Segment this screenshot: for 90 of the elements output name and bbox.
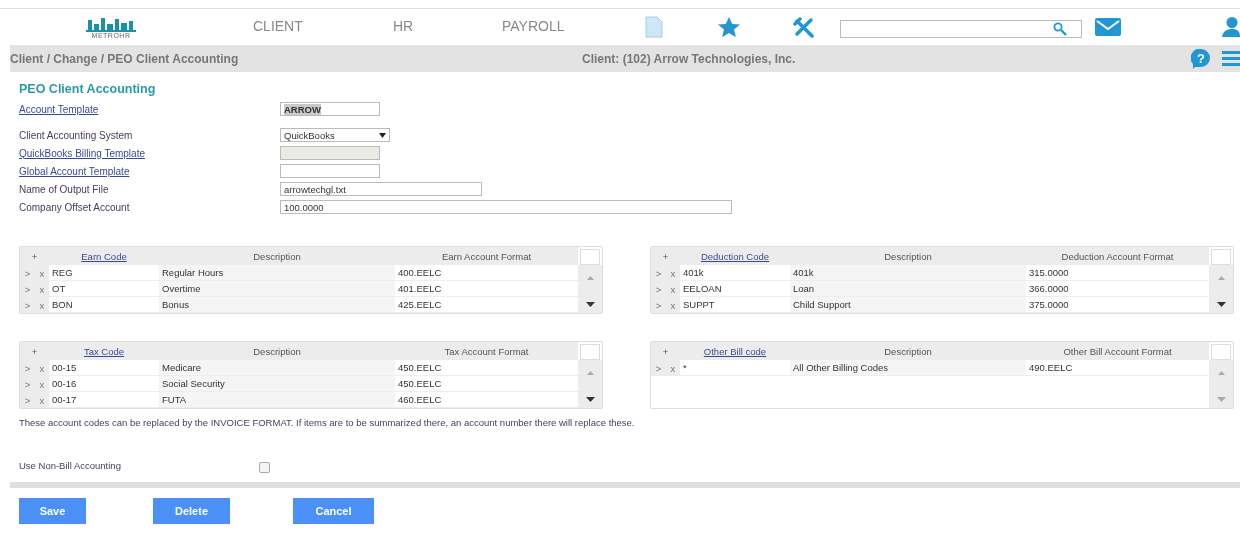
table-cell: Bonus <box>159 297 395 313</box>
action-button[interactable]: Save <box>19 498 86 524</box>
menu-icon[interactable] <box>1222 50 1240 67</box>
expand-row-button[interactable]: > <box>24 267 31 279</box>
star-icon[interactable] <box>718 17 740 38</box>
input-field[interactable]: ARROW <box>280 102 380 116</box>
expand-row-button[interactable]: > <box>655 267 662 279</box>
document-icon[interactable] <box>645 16 663 38</box>
field-label-link[interactable]: Global Account Template <box>19 165 280 177</box>
expand-row-button[interactable]: > <box>24 394 31 406</box>
table-cell: Loan <box>790 281 1026 297</box>
delete-row-button[interactable]: x <box>39 299 45 311</box>
delete-row-button[interactable]: x <box>670 267 676 279</box>
table-cell: Child Support <box>790 297 1026 313</box>
search-field[interactable] <box>840 20 1082 38</box>
breadcrumb: Client / Change / PEO Client Accounting <box>10 51 240 66</box>
column-header: Description <box>159 247 395 265</box>
input-field[interactable]: 100.0000 <box>280 200 732 214</box>
checkbox[interactable] <box>259 461 270 473</box>
scrollbar[interactable] <box>1209 265 1233 313</box>
field-label: Name of Output File <box>19 183 110 195</box>
table-cell: All Other Billing Codes <box>790 360 1026 376</box>
column-header: Earn Account Format <box>395 247 578 265</box>
table-cell: Regular Hours <box>159 265 395 281</box>
scroll-down-icon[interactable] <box>585 397 595 402</box>
delete-row-button[interactable]: x <box>670 362 676 374</box>
scrollbar-header <box>580 344 600 360</box>
delete-row-button[interactable]: x <box>39 362 45 374</box>
input-field[interactable]: arrowtechgl.txt <box>280 182 482 196</box>
field-label: Company Offset Account <box>19 201 131 213</box>
action-button[interactable]: Cancel <box>293 498 374 524</box>
scroll-up-icon[interactable] <box>1217 371 1225 375</box>
nav-link[interactable]: PAYROLL <box>502 18 565 34</box>
expand-row-button[interactable]: > <box>24 299 31 311</box>
delete-row-button[interactable]: x <box>39 267 45 279</box>
column-header: Other Bill Account Format <box>1026 342 1209 360</box>
info-note: These account codes can be replaced by the INVOICE FORMAT. If items are to be summarized there, an account number there will replace these. <box>18 416 636 428</box>
tools-icon[interactable] <box>793 17 815 38</box>
scrollbar[interactable] <box>578 360 602 408</box>
field-label-link[interactable]: Account Template <box>19 103 280 115</box>
scroll-up-icon[interactable] <box>586 276 594 280</box>
table-cell: Social Security <box>159 376 395 392</box>
action-button[interactable]: Delete <box>153 498 230 524</box>
section-title: PEO Client Accounting <box>19 82 157 96</box>
delete-row-button[interactable]: x <box>39 394 45 406</box>
expand-row-button[interactable]: > <box>24 283 31 295</box>
nav-link[interactable]: HR <box>393 18 414 34</box>
scroll-down-icon[interactable] <box>1216 302 1226 307</box>
client-name: Client: (102) Arrow Technologies, Inc. <box>582 51 797 66</box>
checkbox-label: Use Non-Bill Accounting <box>19 459 122 471</box>
caret-icon <box>379 132 386 138</box>
scroll-up-icon[interactable] <box>586 371 594 375</box>
scrollbar[interactable] <box>578 265 602 313</box>
add-row-button[interactable]: + <box>20 342 49 360</box>
nav-link[interactable]: CLIENT <box>253 18 303 34</box>
column-header: Description <box>790 342 1026 360</box>
table-cell: 401k <box>790 265 1026 281</box>
user-icon[interactable] <box>1222 17 1240 37</box>
logo-icon <box>86 15 136 32</box>
scrollbar-header <box>1211 249 1231 265</box>
column-header: Description <box>790 247 1026 265</box>
expand-row-button[interactable]: > <box>24 378 31 390</box>
table-cell: Overtime <box>159 281 395 297</box>
delete-row-button[interactable]: x <box>39 378 45 390</box>
scroll-down-icon[interactable] <box>585 302 595 307</box>
column-header: Description <box>159 342 395 360</box>
column-header: Deduction Account Format <box>1026 247 1209 265</box>
scrollbar-header <box>580 249 600 265</box>
add-row-button[interactable]: + <box>651 247 680 265</box>
help-icon[interactable]: ? <box>1191 48 1211 69</box>
expand-row-button[interactable]: > <box>24 362 31 374</box>
expand-row-button[interactable]: > <box>655 362 662 374</box>
expand-row-button[interactable]: > <box>655 283 662 295</box>
input-field[interactable] <box>280 164 380 178</box>
scrollbar[interactable] <box>1209 360 1233 408</box>
table-cell: FUTA <box>159 392 395 408</box>
dropdown[interactable]: QuickBooks <box>280 128 390 142</box>
mail-icon[interactable] <box>1095 18 1121 36</box>
expand-row-button[interactable]: > <box>655 299 662 311</box>
table-cell: Medicare <box>159 360 395 376</box>
add-row-button[interactable]: + <box>20 247 49 265</box>
scroll-up-icon[interactable] <box>1217 276 1225 280</box>
delete-row-button[interactable]: x <box>670 299 676 311</box>
scrollbar-header <box>1211 344 1231 360</box>
delete-row-button[interactable]: x <box>39 283 45 295</box>
column-header: Tax Account Format <box>395 342 578 360</box>
field-label: Client Accounting System <box>19 129 134 141</box>
add-row-button[interactable]: + <box>651 342 680 360</box>
search-icon <box>1053 22 1067 36</box>
delete-row-button[interactable]: x <box>670 283 676 295</box>
